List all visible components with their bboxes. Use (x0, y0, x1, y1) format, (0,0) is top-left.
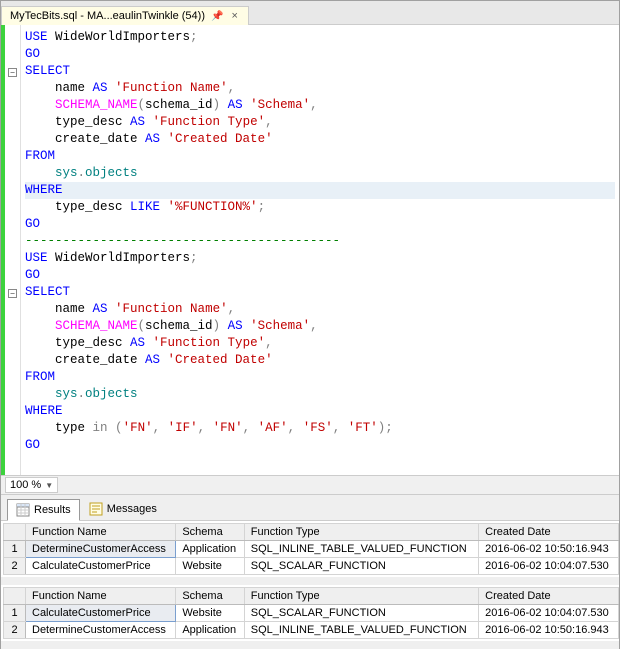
row-number[interactable]: 1 (4, 605, 26, 622)
tab-bar: MyTecBits.sql - MA...eaulinTwinkle (54))… (1, 1, 619, 25)
grid-corner[interactable] (4, 524, 26, 541)
code-editor[interactable]: − − USE WideWorldImporters; GO SELECT na… (1, 25, 619, 475)
cell[interactable]: 2016-06-02 10:50:16.943 (479, 541, 619, 558)
cell[interactable]: 2016-06-02 10:04:07.530 (479, 605, 619, 622)
cell[interactable]: DetermineCustomerAccess (26, 622, 176, 639)
col-schema[interactable]: Schema (176, 524, 244, 541)
cell[interactable]: SQL_SCALAR_FUNCTION (244, 605, 478, 622)
col-function-name[interactable]: Function Name (26, 524, 176, 541)
cell[interactable]: SQL_SCALAR_FUNCTION (244, 558, 478, 575)
messages-icon (89, 502, 103, 516)
cell[interactable]: Application (176, 622, 244, 639)
col-function-type[interactable]: Function Type (244, 524, 478, 541)
table-row[interactable]: 1 DetermineCustomerAccess Application SQ… (4, 541, 619, 558)
table-row[interactable]: 1 CalculateCustomerPrice Website SQL_SCA… (4, 605, 619, 622)
grid-table-2[interactable]: Function Name Schema Function Type Creat… (3, 587, 619, 639)
fold-icon[interactable]: − (8, 289, 17, 298)
results-grid-icon (16, 503, 30, 517)
cell[interactable]: Website (176, 605, 244, 622)
col-function-type[interactable]: Function Type (244, 588, 478, 605)
col-created-date[interactable]: Created Date (479, 524, 619, 541)
row-number[interactable]: 2 (4, 558, 26, 575)
table-row[interactable]: 2 CalculateCustomerPrice Website SQL_SCA… (4, 558, 619, 575)
zoom-dropdown[interactable]: 100 % ▼ (5, 477, 58, 493)
close-icon[interactable]: × (229, 10, 239, 22)
cell[interactable]: SQL_INLINE_TABLE_VALUED_FUNCTION (244, 541, 478, 558)
tab-title: MyTecBits.sql - MA...eaulinTwinkle (54)) (10, 10, 205, 22)
col-function-name[interactable]: Function Name (26, 588, 176, 605)
row-number[interactable]: 2 (4, 622, 26, 639)
cell[interactable]: DetermineCustomerAccess (26, 541, 176, 558)
tab-messages[interactable]: Messages (80, 498, 166, 520)
tab-messages-label: Messages (107, 503, 157, 515)
tab-results-label: Results (34, 504, 71, 516)
col-schema[interactable]: Schema (176, 588, 244, 605)
fold-icon[interactable]: − (8, 68, 17, 77)
row-number[interactable]: 1 (4, 541, 26, 558)
col-created-date[interactable]: Created Date (479, 588, 619, 605)
zoom-bar: 100 % ▼ (1, 475, 619, 495)
pin-icon[interactable]: 📌 (211, 11, 223, 22)
tab-results[interactable]: Results (7, 499, 80, 521)
cell[interactable]: 2016-06-02 10:04:07.530 (479, 558, 619, 575)
result-grid-1: Function Name Schema Function Type Creat… (1, 521, 619, 585)
result-grid-2: Function Name Schema Function Type Creat… (1, 585, 619, 649)
cell[interactable]: SQL_INLINE_TABLE_VALUED_FUNCTION (244, 622, 478, 639)
chevron-down-icon: ▼ (45, 481, 53, 490)
grid-corner[interactable] (4, 588, 26, 605)
cell[interactable]: 2016-06-02 10:50:16.943 (479, 622, 619, 639)
gutter: − − (5, 25, 21, 475)
grid-table-1[interactable]: Function Name Schema Function Type Creat… (3, 523, 619, 575)
code-area[interactable]: USE WideWorldImporters; GO SELECT name A… (21, 25, 619, 475)
results-panel: Results Messages Function Name Schema Fu… (1, 495, 619, 649)
cell[interactable]: Website (176, 558, 244, 575)
table-row[interactable]: 2 DetermineCustomerAccess Application SQ… (4, 622, 619, 639)
editor-tab[interactable]: MyTecBits.sql - MA...eaulinTwinkle (54))… (1, 6, 249, 25)
cell[interactable]: CalculateCustomerPrice (26, 558, 176, 575)
cell[interactable]: Application (176, 541, 244, 558)
cell[interactable]: CalculateCustomerPrice (26, 605, 176, 622)
zoom-value: 100 % (10, 479, 41, 491)
results-tab-strip: Results Messages (1, 495, 619, 521)
